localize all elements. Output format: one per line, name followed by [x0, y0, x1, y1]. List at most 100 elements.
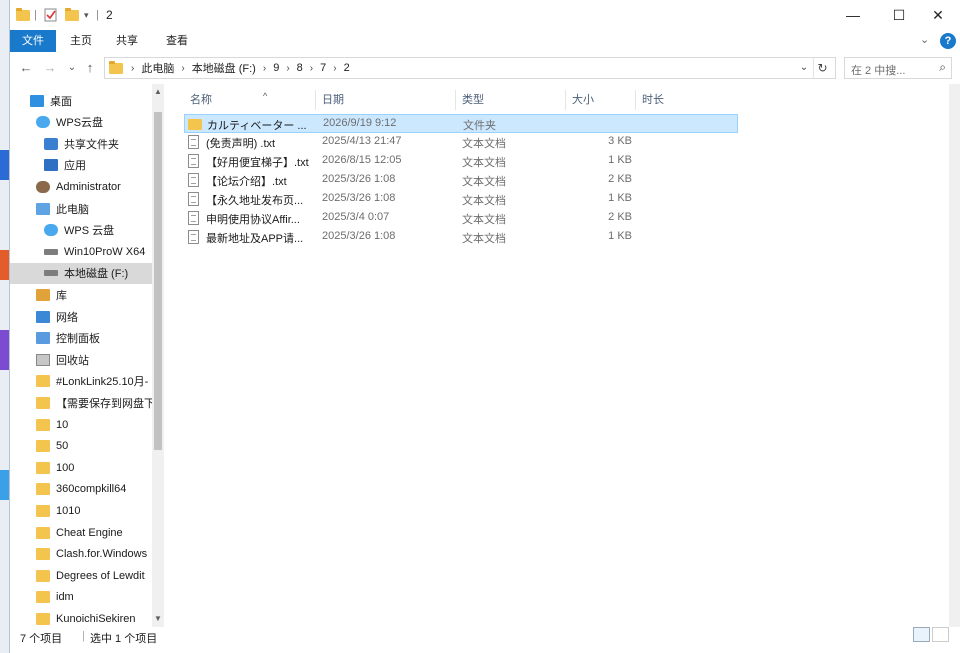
folder-icon: [36, 375, 50, 388]
search-icon: ⌕: [939, 60, 946, 74]
forward-button[interactable]: →: [40, 58, 60, 78]
recent-locations-button[interactable]: ⌄: [62, 58, 82, 78]
file-row[interactable]: 申明使用协议Affir... 2025/3/4 0:07 文本文档 2 KB: [184, 209, 738, 228]
file-date: 2025/3/4 0:07: [322, 211, 390, 223]
file-size: 2 KB: [608, 173, 632, 185]
sidebar-item[interactable]: 应用: [10, 155, 152, 176]
user-icon: [36, 180, 50, 193]
file-row[interactable]: 【好用便宜梯子】.txt 2026/8/15 12:05 文本文档 1 KB: [184, 152, 738, 171]
scrollbar-thumb[interactable]: [154, 112, 162, 450]
sidebar-item[interactable]: 10: [10, 414, 152, 435]
folder-row[interactable]: カルティベーター ... 2026/9/19 9:12 文件夹: [184, 114, 738, 133]
library-icon: [36, 288, 50, 301]
sidebar-item[interactable]: Win10ProW X64: [10, 241, 152, 262]
sidebar-item[interactable]: 此电脑: [10, 198, 152, 219]
control-panel-icon: [36, 332, 50, 345]
help-icon[interactable]: ?: [940, 33, 956, 49]
file-list-scrollbar[interactable]: [949, 84, 960, 627]
apps-icon: [44, 159, 58, 172]
sidebar-item[interactable]: 本地磁盘 (F:): [10, 262, 152, 284]
sidebar-item[interactable]: 100: [10, 457, 152, 478]
file-size: 1 KB: [608, 192, 632, 204]
properties-icon[interactable]: [44, 7, 58, 23]
column-header-type[interactable]: 类型: [456, 90, 566, 110]
breadcrumb-2[interactable]: 2: [344, 62, 350, 74]
breadcrumb-drive-f[interactable]: 本地磁盘 (F:): [192, 60, 256, 76]
sidebar-item[interactable]: 控制面板: [10, 328, 152, 349]
sidebar-item-label: 应用: [64, 160, 86, 173]
scroll-down-icon[interactable]: ▼: [152, 613, 164, 625]
sidebar-item-label: idm: [56, 591, 74, 604]
sidebar-item[interactable]: idm: [10, 587, 152, 608]
tab-view[interactable]: 查看: [156, 30, 198, 52]
sidebar-item[interactable]: #LonkLink25.10月-: [10, 371, 152, 392]
up-button[interactable]: ↑: [80, 58, 100, 78]
navigation-bar: ← → ⌄ ↑ › 此电脑 › 本地磁盘 (F:) › 9 › 8 › 7 › …: [10, 56, 960, 80]
sidebar-item[interactable]: WPS 云盘: [10, 220, 152, 241]
scroll-up-icon[interactable]: ▲: [152, 86, 164, 98]
breadcrumb-7[interactable]: 7: [320, 62, 326, 74]
back-button[interactable]: ←: [16, 58, 36, 78]
large-icons-view-button[interactable]: [932, 627, 949, 642]
sidebar-item[interactable]: 回收站: [10, 349, 152, 370]
file-row[interactable]: (免责声明) .txt 2025/4/13 21:47 文本文档 3 KB: [184, 133, 738, 152]
search-input[interactable]: 在 2 中搜... ⌕: [844, 57, 952, 79]
desktop-icon: [30, 94, 44, 107]
refresh-button[interactable]: ↻: [813, 58, 831, 78]
file-row[interactable]: 最新地址及APP请... 2025/3/26 1:08 文本文档 1 KB: [184, 228, 738, 247]
desktop-background-strip: [0, 0, 9, 653]
sidebar-item[interactable]: 1010: [10, 500, 152, 521]
sidebar-item-label: 本地磁盘 (F:): [64, 268, 129, 281]
sidebar-item-label: Degrees of Lewdit: [56, 569, 145, 582]
file-date: 2026/9/19 9:12: [323, 117, 397, 129]
file-row[interactable]: 【永久地址发布页... 2025/3/26 1:08 文本文档 1 KB: [184, 190, 738, 209]
navigation-pane-scrollbar[interactable]: ▲ ▼: [152, 84, 164, 627]
column-header-name[interactable]: ^ 名称: [184, 90, 316, 110]
tab-share[interactable]: 共享: [106, 30, 148, 52]
cloud-icon: [36, 116, 50, 129]
sidebar-item[interactable]: Administrator: [10, 176, 152, 197]
tab-home[interactable]: 主页: [60, 30, 102, 52]
details-view-button[interactable]: [913, 627, 930, 642]
breadcrumb-8[interactable]: 8: [297, 62, 303, 74]
tab-file[interactable]: 文件: [10, 30, 56, 52]
column-header-duration[interactable]: 时长: [636, 90, 740, 110]
sidebar-item[interactable]: 【需要保存到网盘下: [10, 392, 152, 413]
sidebar-item[interactable]: 网络: [10, 306, 152, 327]
file-type: 文本文档: [462, 214, 506, 226]
file-name: (免责声明) .txt: [206, 138, 276, 150]
folder-icon: [36, 396, 50, 409]
folder-icon: [36, 612, 50, 625]
file-list: ^ 名称 日期 类型 大小 时长 カルティベーター ... 2026/9/19 9…: [170, 84, 950, 627]
new-folder-icon[interactable]: [65, 7, 79, 23]
network-icon: [36, 310, 50, 323]
breadcrumb-this-pc[interactable]: 此电脑: [141, 60, 174, 76]
sidebar-item[interactable]: 库: [10, 284, 152, 305]
file-date: 2025/3/26 1:08: [322, 230, 396, 242]
folder-icon: [36, 569, 50, 582]
sidebar-item[interactable]: 桌面: [10, 90, 152, 111]
file-date: 2026/8/15 12:05: [322, 154, 402, 166]
file-size: 3 KB: [608, 135, 632, 147]
sidebar-item[interactable]: KunoichiSekiren: [10, 608, 152, 627]
sidebar-item[interactable]: Cheat Engine: [10, 522, 152, 543]
sidebar-item[interactable]: Degrees of Lewdit: [10, 565, 152, 586]
column-header-date[interactable]: 日期: [316, 90, 456, 110]
sidebar-item[interactable]: Clash.for.Windows: [10, 544, 152, 565]
address-bar[interactable]: › 此电脑 › 本地磁盘 (F:) › 9 › 8 › 7 › 2 ⌄ ↻: [104, 57, 836, 79]
breadcrumb-9[interactable]: 9: [273, 62, 279, 74]
file-type: 文本文档: [462, 157, 506, 169]
file-name: 【好用便宜梯子】.txt: [206, 157, 309, 169]
file-row[interactable]: 【论坛介绍】.txt 2025/3/26 1:08 文本文档 2 KB: [184, 171, 738, 190]
column-header-size[interactable]: 大小: [566, 90, 636, 110]
customize-qat-icon[interactable]: ▾: [84, 7, 89, 23]
close-button[interactable]: ✕: [915, 0, 960, 30]
text-file-icon: [188, 211, 199, 225]
sidebar-item[interactable]: 360compkill64: [10, 479, 152, 500]
sidebar-item[interactable]: 共享文件夹: [10, 133, 152, 154]
address-dropdown-icon[interactable]: ⌄: [797, 58, 811, 78]
expand-ribbon-icon[interactable]: ⌄: [920, 33, 929, 46]
minimize-button[interactable]: —: [830, 0, 876, 30]
sidebar-item[interactable]: WPS云盘: [10, 112, 152, 133]
sidebar-item[interactable]: 50: [10, 436, 152, 457]
